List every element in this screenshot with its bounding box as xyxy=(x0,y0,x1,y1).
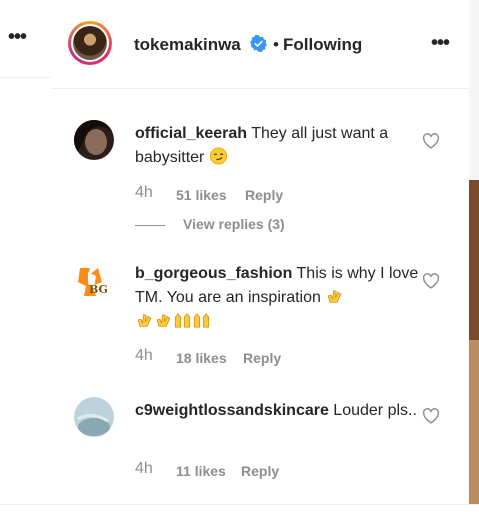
comment-meta: 4h 18 likes Reply xyxy=(135,347,281,366)
like-heart-icon[interactable] xyxy=(422,408,440,424)
smirk-emoji-icon xyxy=(209,147,227,165)
post-image-edge xyxy=(469,0,479,511)
reply-button[interactable]: Reply xyxy=(243,350,281,366)
comment-likes[interactable]: 18 likes xyxy=(176,350,227,366)
more-options-icon[interactable]: ••• xyxy=(431,33,450,53)
comment-username[interactable]: c9weightlossandskincare xyxy=(135,402,329,419)
view-replies-button[interactable]: View replies (3) xyxy=(135,216,285,232)
more-options-icon[interactable]: ••• xyxy=(8,27,27,47)
header-separator: • xyxy=(273,35,279,54)
like-heart-icon[interactable] xyxy=(422,273,440,289)
header-username[interactable]: tokemakinwa xyxy=(134,35,241,55)
comment-username[interactable]: official_keerah xyxy=(135,125,247,142)
previous-post-header: ••• xyxy=(0,0,51,78)
post-comments-panel: tokemakinwa • Following ••• official_kee… xyxy=(51,0,469,511)
like-heart-icon[interactable] xyxy=(422,133,440,149)
clapping-hands-emoji-icon xyxy=(156,314,171,327)
comment-meta: 4h 51 likes Reply xyxy=(135,184,283,203)
following-button[interactable]: Following xyxy=(283,35,362,55)
clapping-hands-emoji-icon xyxy=(137,314,152,327)
commenter-avatar[interactable]: BG xyxy=(74,260,114,300)
profile-avatar[interactable] xyxy=(68,21,112,65)
comment-text: c9weightlossandskincare Louder pls.. xyxy=(135,399,420,423)
comment-likes[interactable]: 51 likes xyxy=(176,187,227,203)
view-replies-label: View replies (3) xyxy=(183,216,285,232)
comment-time[interactable]: 4h xyxy=(135,460,153,477)
comment-time[interactable]: 4h xyxy=(135,347,153,364)
comment-body: Louder pls.. xyxy=(328,402,417,419)
reply-button[interactable]: Reply xyxy=(245,187,283,203)
comment-text: official_keerah They all just want a bab… xyxy=(135,122,420,170)
clapping-hands-emoji-icon xyxy=(328,290,342,303)
commenter-avatar[interactable] xyxy=(74,397,114,437)
raised-hands-emoji-icon xyxy=(174,313,191,328)
comment-username[interactable]: b_gorgeous_fashion xyxy=(135,265,292,282)
comment-text: b_gorgeous_fashion This is why I love TM… xyxy=(135,262,420,334)
comment-meta: 4h 11 likes Reply xyxy=(135,460,279,479)
svg-text:BG: BG xyxy=(89,283,108,296)
verified-badge-icon xyxy=(250,35,267,52)
commenter-avatar[interactable] xyxy=(74,120,114,160)
reply-button[interactable]: Reply xyxy=(241,463,279,479)
raised-hands-emoji-icon xyxy=(193,313,210,328)
comment-likes[interactable]: 11 likes xyxy=(176,463,226,479)
comment-time[interactable]: 4h xyxy=(135,184,153,201)
post-header: tokemakinwa • Following ••• xyxy=(51,0,469,89)
previous-post-panel: ••• xyxy=(0,0,52,511)
